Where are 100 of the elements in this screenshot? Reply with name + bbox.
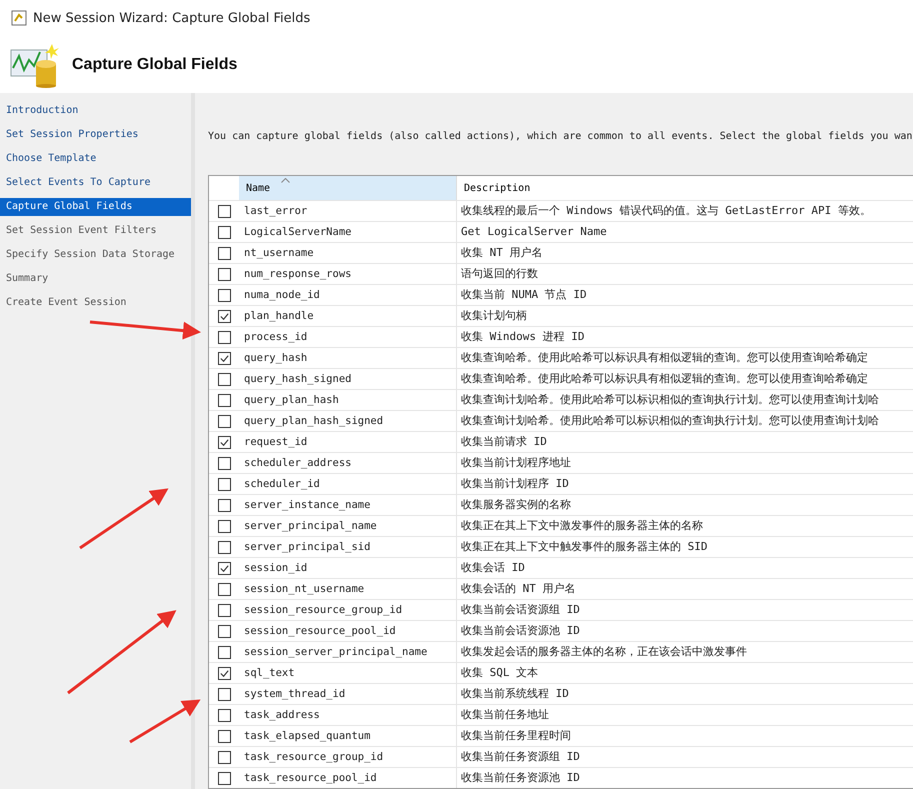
checkbox[interactable] bbox=[218, 582, 230, 596]
window-title: New Session Wizard: Capture Global Fields bbox=[33, 10, 310, 26]
checkbox[interactable] bbox=[218, 268, 230, 280]
description-cell-text: 收集 Windows 进程 ID bbox=[460, 329, 586, 345]
wizard-step[interactable]: Set Session Event Filters bbox=[0, 219, 191, 243]
field-name-cell: task_address bbox=[239, 705, 457, 725]
checkbox[interactable] bbox=[218, 310, 230, 322]
wizard-step[interactable]: Specify Session Data Storage bbox=[0, 243, 191, 267]
field-name-cell: sql_text bbox=[239, 663, 457, 683]
checkbox[interactable] bbox=[218, 226, 230, 238]
chart-database-icon bbox=[10, 42, 60, 88]
checkbox[interactable] bbox=[218, 456, 230, 470]
checkbox[interactable] bbox=[218, 414, 230, 428]
wizard-step[interactable]: Create Event Session bbox=[0, 291, 191, 315]
checkbox[interactable] bbox=[218, 750, 230, 764]
field-name-cell: plan_handle bbox=[239, 306, 457, 326]
field-name-cell: num_response_rows bbox=[239, 264, 457, 284]
description-cell-text: 收集计划句柄 bbox=[460, 308, 528, 324]
wizard-step[interactable]: Select Events To Capture bbox=[0, 171, 191, 195]
field-name-cell: process_id bbox=[239, 327, 457, 347]
description-cell-text: 收集当前请求 ID bbox=[460, 434, 548, 450]
field-name-cell: session_resource_group_id bbox=[239, 600, 457, 620]
field-name-cell: request_id bbox=[239, 432, 457, 452]
checkbox[interactable] bbox=[218, 436, 230, 448]
description-cell-text: 收集发起会话的服务器主体的名称，正在该会话中激发事件 bbox=[460, 644, 748, 660]
wizard-step[interactable]: Set Session Properties bbox=[0, 123, 191, 147]
field-name-cell: system_thread_id bbox=[239, 684, 457, 704]
field-name-cell: task_elapsed_quantum bbox=[239, 726, 457, 746]
wizard-icon bbox=[11, 10, 27, 26]
description-column-header[interactable]: Description bbox=[457, 176, 913, 200]
description-cell-text: Get LogicalServer Name bbox=[460, 224, 608, 240]
description-cell-text: 收集当前任务里程时间 bbox=[460, 728, 572, 744]
checkbox[interactable] bbox=[218, 562, 230, 574]
checkbox[interactable] bbox=[218, 604, 230, 616]
field-name-cell: session_server_principal_name bbox=[239, 642, 457, 662]
checkbox[interactable] bbox=[218, 624, 230, 638]
field-name-cell: task_resource_pool_id bbox=[239, 768, 457, 788]
checkbox[interactable] bbox=[218, 246, 230, 260]
field-name-cell: query_plan_hash_signed bbox=[239, 411, 457, 431]
description-cell-text: 收集会话 ID bbox=[460, 560, 526, 576]
checkbox[interactable] bbox=[218, 666, 230, 680]
description-cell-text: 语句返回的行数 bbox=[460, 266, 539, 282]
checkbox[interactable] bbox=[218, 204, 230, 218]
description-cell-text: 收集会话的 NT 用户名 bbox=[460, 581, 576, 597]
description-cell-text: 收集查询计划哈希。使用此哈希可以标识相似的查询执行计划。您可以使用查询计划哈 bbox=[460, 392, 880, 408]
annotation-arrow bbox=[129, 699, 201, 744]
checkbox[interactable] bbox=[218, 288, 230, 302]
checkbox[interactable] bbox=[218, 478, 230, 490]
description-cell-text: 收集当前会话资源池 ID bbox=[460, 623, 581, 639]
description-cell-text: 收集 NT 用户名 bbox=[460, 245, 544, 261]
description-cell-text: 收集正在其上下文中触发事件的服务器主体的 SID bbox=[460, 539, 708, 555]
checkbox[interactable] bbox=[218, 520, 230, 532]
wizard-step[interactable]: Summary bbox=[0, 267, 191, 291]
field-name-cell: query_plan_hash bbox=[239, 390, 457, 410]
checkbox[interactable] bbox=[218, 498, 230, 512]
description-cell-text: 收集查询计划哈希。使用此哈希可以标识相似的查询执行计划。您可以使用查询计划哈 bbox=[460, 413, 880, 429]
field-name-cell: task_resource_group_id bbox=[239, 747, 457, 767]
description-cell-text: 收集当前计划程序地址 bbox=[460, 455, 572, 471]
field-name-cell: server_principal_sid bbox=[239, 537, 457, 557]
field-name-cell: LogicalServerName bbox=[239, 222, 457, 242]
field-name-cell: server_instance_name bbox=[239, 495, 457, 515]
description-cell-text: 收集当前系统线程 ID bbox=[460, 686, 570, 702]
description-cell-text: 收集当前计划程序 ID bbox=[460, 476, 570, 492]
description-cell-text: 收集当前 NUMA 节点 ID bbox=[460, 287, 588, 303]
description-cell-text: 收集查询哈希。使用此哈希可以标识具有相似逻辑的查询。您可以使用查询哈希确定 bbox=[460, 371, 869, 387]
description-cell-text: 收集线程的最后一个 Windows 错误代码的值。这与 GetLastError API 等效。 bbox=[460, 203, 872, 219]
description-cell-text: 收集服务器实例的名称 bbox=[460, 497, 572, 513]
checkbox[interactable] bbox=[218, 394, 230, 406]
checkbox[interactable] bbox=[218, 330, 230, 344]
wizard-step[interactable]: Choose Template bbox=[0, 147, 191, 171]
checkbox[interactable] bbox=[218, 730, 230, 742]
field-name-cell: query_hash_signed bbox=[239, 369, 457, 389]
field-name-cell: numa_node_id bbox=[239, 285, 457, 305]
checkbox[interactable] bbox=[218, 646, 230, 658]
wizard-step[interactable]: Introduction bbox=[0, 99, 191, 123]
description-cell-text: 收集当前任务资源组 ID bbox=[460, 749, 581, 765]
description-cell-text: 收集当前会话资源组 ID bbox=[460, 602, 581, 618]
field-name-cell: session_nt_username bbox=[239, 579, 457, 599]
description-cell-text: 收集 SQL 文本 bbox=[460, 665, 540, 681]
field-name-cell: session_resource_pool_id bbox=[239, 621, 457, 641]
checkbox[interactable] bbox=[218, 352, 230, 364]
field-name-cell: server_principal_name bbox=[239, 516, 457, 536]
field-name-cell: query_hash bbox=[239, 348, 457, 368]
name-column-header[interactable]: Name bbox=[239, 176, 457, 200]
checkbox[interactable] bbox=[218, 540, 230, 554]
field-name-cell: nt_username bbox=[239, 243, 457, 263]
description-cell-text: 收集正在其上下文中激发事件的服务器主体的名称 bbox=[460, 518, 704, 534]
wizard-step[interactable]: Capture Global Fields bbox=[0, 198, 191, 216]
checkbox[interactable] bbox=[218, 372, 230, 386]
checkbox[interactable] bbox=[218, 688, 230, 700]
field-name-cell: session_id bbox=[239, 558, 457, 578]
field-name-cell: last_error bbox=[239, 201, 457, 221]
checkbox[interactable] bbox=[218, 772, 230, 784]
description-cell-text: 收集当前任务地址 bbox=[460, 707, 550, 723]
description-cell-text: 收集查询哈希。使用此哈希可以标识具有相似逻辑的查询。您可以使用查询哈希确定 bbox=[460, 350, 869, 366]
field-name-cell: scheduler_address bbox=[239, 453, 457, 473]
instructions-text: You can capture global fields (also called actions), which are common to all events. Select the global fields you wan bbox=[208, 131, 913, 144]
checkbox[interactable] bbox=[218, 708, 230, 722]
page-title: Capture Global Fields bbox=[72, 56, 238, 74]
description-cell-text: 收集当前任务资源池 ID bbox=[460, 770, 581, 786]
